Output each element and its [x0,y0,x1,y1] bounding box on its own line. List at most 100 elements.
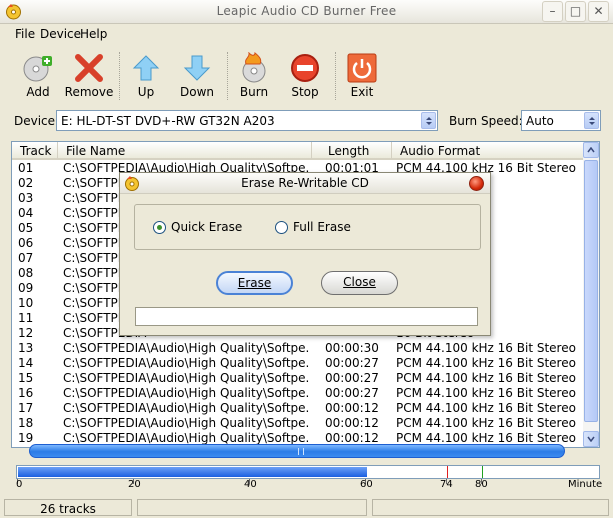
device-select[interactable]: E: HL-DT-ST DVD+-RW GT32N A203 [56,110,438,131]
column-header-length[interactable]: Length [312,142,392,159]
remove-button[interactable]: Remove [64,48,114,104]
cell-track: 07 [18,251,34,265]
tick-label-40: 40 [244,479,257,490]
chevron-up-icon [587,147,595,153]
table-row[interactable]: 13 C:\SOFTPEDIA\Audio\High Quality\Softpe… [12,340,585,355]
cell-track: 11 [18,311,34,325]
close-icon: ✕ [593,4,604,18]
up-button[interactable]: Up [121,48,171,104]
device-value: E: HL-DT-ST DVD+-RW GT32N A203 [61,114,275,128]
menu-help[interactable]: Help [80,27,107,41]
cell-track: 01 [18,161,34,175]
tick-label-20: 20 [128,479,141,490]
status-panel-2 [137,499,367,516]
cell-track: 17 [18,401,34,415]
cell-file: C:\SOFTPEDIA\Audio\High Quality\Softpe..… [63,416,309,430]
scroll-up-button[interactable] [583,142,599,158]
cell-length: 00:00:12 [325,401,379,415]
close-window-button[interactable]: ✕ [588,1,609,22]
add-disc-icon [23,56,52,82]
down-button[interactable]: Down [172,48,222,104]
cell-format: PCM 44.100 kHz 16 Bit Stereo [396,416,576,430]
vertical-scrollbar[interactable] [583,142,599,447]
title-bar: Leapic Audio CD Burner Free – □ ✕ [0,0,613,24]
cell-track: 15 [18,371,34,385]
cell-file: C:\SOFTPEDIA\Audio\High Quality\Softpe..… [63,356,309,370]
status-tracks-panel: 26 tracks [4,499,132,516]
scroll-down-button[interactable] [583,431,599,447]
device-dropdown-arrow[interactable] [421,112,436,129]
maximize-icon: □ [569,4,582,18]
burn-disc-icon [242,52,266,83]
minute-ruler: 0 20 40 60 74 80 Minute [16,479,602,499]
cell-length: 00:00:12 [325,416,379,430]
cell-track: 14 [18,356,34,370]
close-button-label: Close [343,275,376,289]
device-row: Device: E: HL-DT-ST DVD+-RW GT32N A203 B… [0,108,613,132]
chevron-down-icon [587,436,595,442]
horizontal-scroll-thumb[interactable] [29,444,565,458]
remove-x-icon [75,54,103,82]
dialog-close-icon[interactable] [469,176,484,191]
quick-erase-label: Quick Erase [171,220,243,234]
table-row[interactable]: 17 C:\SOFTPEDIA\Audio\High Quality\Softpe… [12,400,585,415]
cell-file: C:\SOFTPEDIA\Audio\High Quality\Softpe..… [63,341,309,355]
erase-progress-bar [135,307,478,326]
table-row[interactable]: 15 C:\SOFTPEDIA\Audio\High Quality\Softpe… [12,370,585,385]
tick-label-0: 0 [16,479,23,490]
cell-format: PCM 44.100 kHz 16 Bit Stereo [396,356,576,370]
table-row[interactable]: 14 C:\SOFTPEDIA\Audio\High Quality\Softpe… [12,355,585,370]
updown-arrow-icon [426,117,432,125]
burn-speed-dropdown-arrow[interactable] [584,112,599,129]
exit-label: Exit [350,85,374,99]
maximize-button[interactable]: □ [565,1,586,22]
cell-track: 16 [18,386,34,400]
cell-track: 05 [18,221,34,235]
cell-track: 03 [18,191,34,205]
menu-bar: File Device Help [0,24,613,45]
vertical-scroll-thumb[interactable] [584,160,598,422]
horizontal-scrollbar[interactable] [11,443,584,459]
marker-80 [482,466,483,478]
erase-dialog: Erase Re-Writable CD Quick Erase Full Er… [119,172,491,336]
down-label: Down [179,85,214,99]
table-row[interactable]: 16 C:\SOFTPEDIA\Audio\High Quality\Softpe… [12,385,585,400]
cell-track: 13 [18,341,34,355]
menu-file[interactable]: File [15,27,35,41]
add-label: Add [26,85,50,99]
cell-length: 00:00:27 [325,356,379,370]
full-erase-label: Full Erase [293,220,351,234]
list-header: Track File Name Length Audio Format [12,142,599,160]
tick-label-60: 60 [360,479,373,490]
device-label: Device: [14,114,60,128]
cell-track: 09 [18,281,34,295]
tick-label-80: 80 [475,479,488,490]
erase-button[interactable]: Erase [216,271,293,295]
burn-speed-value: Auto [526,114,554,128]
burn-button[interactable]: Burn [229,48,279,104]
erase-button-label: Erase [237,276,272,290]
cell-format: PCM 44.100 kHz 16 Bit Stereo [396,386,576,400]
radio-unselected-icon [275,221,288,234]
updown-arrow-icon [589,117,595,125]
burn-speed-select[interactable]: Auto [521,110,601,131]
cell-track: 08 [18,266,34,280]
arrow-down-icon [183,55,211,81]
capacity-gauge-fill [18,467,367,477]
capacity-gauge [16,465,600,479]
add-button[interactable]: Add [13,48,63,104]
column-header-track[interactable]: Track [12,142,58,159]
stop-button[interactable]: Stop [280,48,330,104]
table-row[interactable]: 18 C:\SOFTPEDIA\Audio\High Quality\Softpe… [12,415,585,430]
minimize-button[interactable]: – [542,1,563,22]
cell-format: PCM 44.100 kHz 16 Bit Stereo [396,371,576,385]
menu-device[interactable]: Device [40,27,81,41]
up-label: Up [137,85,155,99]
exit-button[interactable]: Exit [337,48,387,104]
close-button[interactable]: Close [321,271,398,295]
stop-icon [291,54,319,82]
column-header-audio-format[interactable]: Audio Format [392,142,585,159]
cell-file: C:\SOFTPEDIA\Audio\High Quality\Softpe..… [63,386,309,400]
column-header-file-name[interactable]: File Name [58,142,312,159]
cell-file: C:\SOFTPEDIA\Audio\High Quality\Softpe..… [63,371,309,385]
